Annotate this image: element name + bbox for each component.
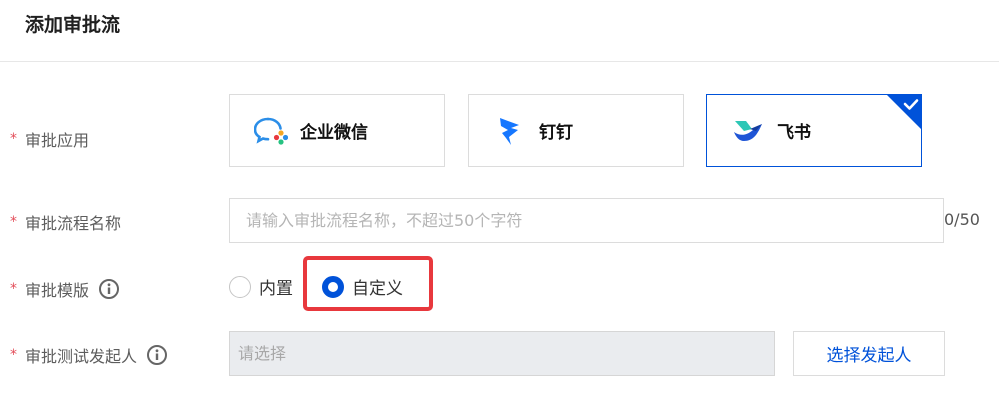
required-mark: * xyxy=(10,347,17,363)
selected-check-icon xyxy=(886,94,922,130)
char-counter: 0/50 xyxy=(944,210,980,229)
app-option-name: 钉钉 xyxy=(539,123,573,143)
flow-name-input[interactable] xyxy=(229,198,944,243)
highlight-box xyxy=(303,256,433,311)
page-header: 添加审批流 xyxy=(0,0,999,62)
app-option-name: 企业微信 xyxy=(300,123,368,143)
flow-name-label-text: 审批流程名称 xyxy=(25,214,122,233)
required-mark: * xyxy=(10,214,17,230)
app-option-dingtalk[interactable]: 钉钉 xyxy=(468,94,684,167)
initiator-select-input[interactable] xyxy=(229,331,775,376)
app-option-feishu[interactable]: 飞书 xyxy=(706,94,922,167)
approval-app-label-text: 审批应用 xyxy=(25,131,90,150)
select-initiator-button[interactable]: 选择发起人 xyxy=(793,331,945,376)
required-mark: * xyxy=(10,131,17,147)
test-initiator-label-text: 审批测试发起人 xyxy=(25,347,138,366)
radio-circle xyxy=(229,275,251,298)
dingtalk-logo-icon xyxy=(493,114,527,148)
flow-name-label: * 审批流程名称 xyxy=(10,210,121,234)
approval-app-label: * 审批应用 xyxy=(10,127,89,151)
radio-label: 内置 xyxy=(259,279,293,299)
feishu-logo-icon xyxy=(731,114,765,148)
template-radio-builtin[interactable]: 内置 xyxy=(229,274,293,299)
wecom-logo-icon xyxy=(254,114,288,148)
page-title: 添加审批流 xyxy=(25,14,121,36)
info-icon[interactable] xyxy=(99,279,120,299)
app-option-name: 飞书 xyxy=(777,123,811,143)
test-initiator-label: * 审批测试发起人 xyxy=(10,343,168,367)
template-label-text: 审批模版 xyxy=(25,281,90,300)
required-mark: * xyxy=(10,281,17,297)
info-icon[interactable] xyxy=(147,345,168,365)
template-label: * 审批模版 xyxy=(10,277,120,301)
app-option-wecom[interactable]: 企业微信 xyxy=(229,94,445,167)
